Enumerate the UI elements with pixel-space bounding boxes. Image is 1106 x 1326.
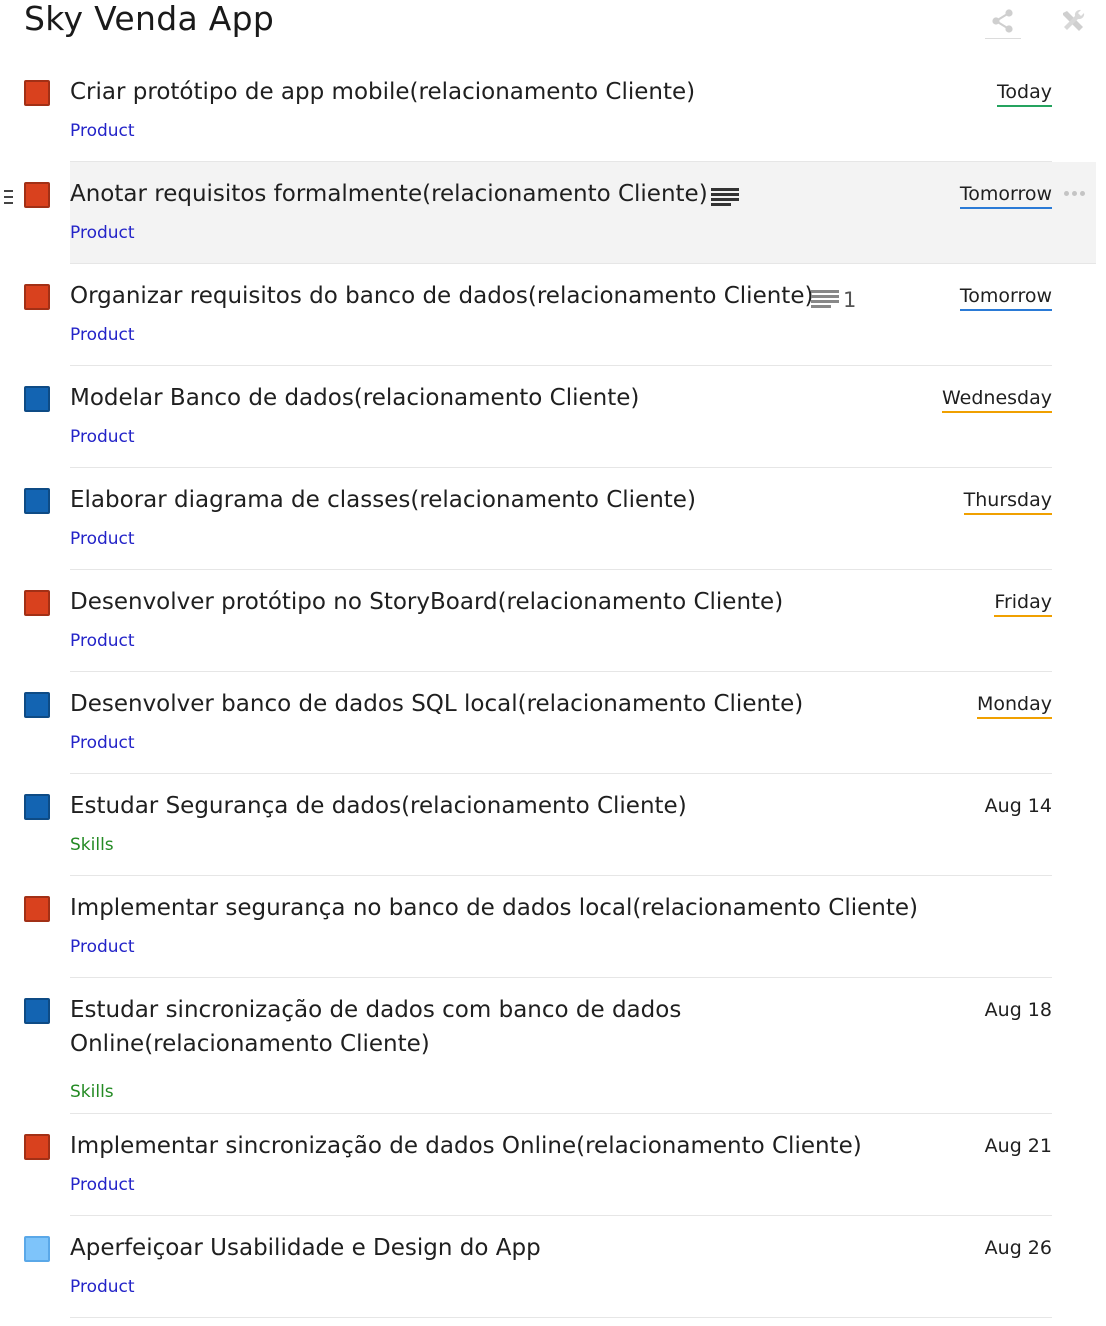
due-date[interactable]: Friday <box>994 589 1052 617</box>
task-project-label[interactable]: Product <box>70 1175 135 1195</box>
task-title[interactable]: Elaborar diagrama de classes(relacioname… <box>70 483 940 517</box>
task-row[interactable]: Aperfeiçoar Usabilidade e Design do App P… <box>0 1216 1106 1318</box>
task-checkbox[interactable] <box>24 284 50 310</box>
task-project-label[interactable]: Product <box>70 733 135 753</box>
task-checkbox[interactable] <box>24 1134 50 1160</box>
task-checkbox[interactable] <box>24 386 50 412</box>
task-title[interactable]: Desenvolver protótipo no StoryBoard(rela… <box>70 585 940 619</box>
drag-handle-icon[interactable] <box>0 182 14 218</box>
tools-icon <box>1063 9 1085 31</box>
task-project-label[interactable]: Skills <box>70 835 114 855</box>
comment-count: 1 <box>843 288 857 312</box>
task-title[interactable]: Anotar requisitos formalmente(relacionam… <box>70 177 940 211</box>
project-title: Sky Venda App <box>24 0 275 38</box>
task-title[interactable]: Aperfeiçoar Usabilidade e Design do App <box>70 1231 940 1265</box>
due-date[interactable]: Aug 18 <box>985 997 1052 1023</box>
task-project-label[interactable]: Product <box>70 631 135 651</box>
note-icon <box>811 290 839 308</box>
due-date[interactable]: Tomorrow <box>959 283 1052 311</box>
task-title[interactable]: Estudar Segurança de dados(relacionament… <box>70 789 940 823</box>
task-title[interactable]: Estudar sincronização de dados com banco… <box>70 993 940 1061</box>
task-row[interactable]: Implementar sincronização de dados Onlin… <box>0 1114 1106 1216</box>
task-row[interactable]: Modelar Banco de dados(relacionamento Cl… <box>0 366 1106 468</box>
task-title[interactable]: Criar protótipo de app mobile(relacionam… <box>70 75 940 109</box>
task-row[interactable]: Elaborar diagrama de classes(relacioname… <box>0 468 1106 570</box>
due-date[interactable]: Tomorrow <box>959 181 1052 209</box>
due-date[interactable]: Aug 14 <box>985 793 1052 819</box>
share-icon <box>992 9 1013 33</box>
due-date[interactable]: Aug 26 <box>985 1235 1052 1261</box>
task-project-label[interactable]: Product <box>70 121 135 141</box>
due-date[interactable]: Wednesday <box>941 385 1052 413</box>
task-row[interactable]: Estudar sincronização de dados com banco… <box>0 978 1106 1114</box>
note-icon <box>711 188 739 206</box>
note-indicator[interactable]: 1 <box>811 288 856 312</box>
task-row[interactable]: Estudar Segurança de dados(relacionament… <box>0 774 1106 876</box>
due-date[interactable]: Today <box>997 79 1052 107</box>
due-date[interactable]: Aug 21 <box>985 1133 1052 1159</box>
task-project-label[interactable]: Skills <box>70 1082 114 1102</box>
app-header: Sky Venda App <box>0 0 1106 60</box>
note-indicator[interactable] <box>711 188 739 208</box>
task-row[interactable]: Desenvolver banco de dados SQL local(rel… <box>0 672 1106 774</box>
due-date[interactable]: Thursday <box>963 487 1052 515</box>
task-checkbox[interactable] <box>24 998 50 1024</box>
task-title[interactable]: Organizar requisitos do banco de dados(r… <box>70 279 940 313</box>
task-checkbox[interactable] <box>24 692 50 718</box>
task-project-label[interactable]: Product <box>70 529 135 549</box>
task-checkbox[interactable] <box>24 182 50 208</box>
task-row[interactable]: Implementar segurança no banco de dados … <box>0 876 1106 978</box>
task-list: Criar protótipo de app mobile(relacionam… <box>0 60 1106 1318</box>
task-checkbox[interactable] <box>24 1236 50 1262</box>
share-button[interactable] <box>985 4 1021 39</box>
task-checkbox[interactable] <box>24 488 50 514</box>
more-options-icon[interactable] <box>1064 186 1092 200</box>
task-checkbox[interactable] <box>24 590 50 616</box>
due-date[interactable]: Monday <box>976 691 1052 719</box>
tools-button[interactable] <box>1055 4 1091 38</box>
task-project-label[interactable]: Product <box>70 427 135 447</box>
task-checkbox[interactable] <box>24 794 50 820</box>
task-project-label[interactable]: Product <box>70 223 135 243</box>
task-project-label[interactable]: Product <box>70 1277 135 1297</box>
task-project-label[interactable]: Product <box>70 325 135 345</box>
task-title[interactable]: Implementar segurança no banco de dados … <box>70 891 940 925</box>
task-checkbox[interactable] <box>24 80 50 106</box>
task-title[interactable]: Modelar Banco de dados(relacionamento Cl… <box>70 381 940 415</box>
task-row[interactable]: Criar protótipo de app mobile(relacionam… <box>0 60 1106 162</box>
task-project-label[interactable]: Product <box>70 937 135 957</box>
task-row[interactable]: Anotar requisitos formalmente(relacionam… <box>0 162 1106 264</box>
task-title[interactable]: Desenvolver banco de dados SQL local(rel… <box>70 687 940 721</box>
task-title[interactable]: Implementar sincronização de dados Onlin… <box>70 1129 940 1163</box>
task-checkbox[interactable] <box>24 896 50 922</box>
task-row[interactable]: Desenvolver protótipo no StoryBoard(rela… <box>0 570 1106 672</box>
task-row[interactable]: Organizar requisitos do banco de dados(r… <box>0 264 1106 366</box>
